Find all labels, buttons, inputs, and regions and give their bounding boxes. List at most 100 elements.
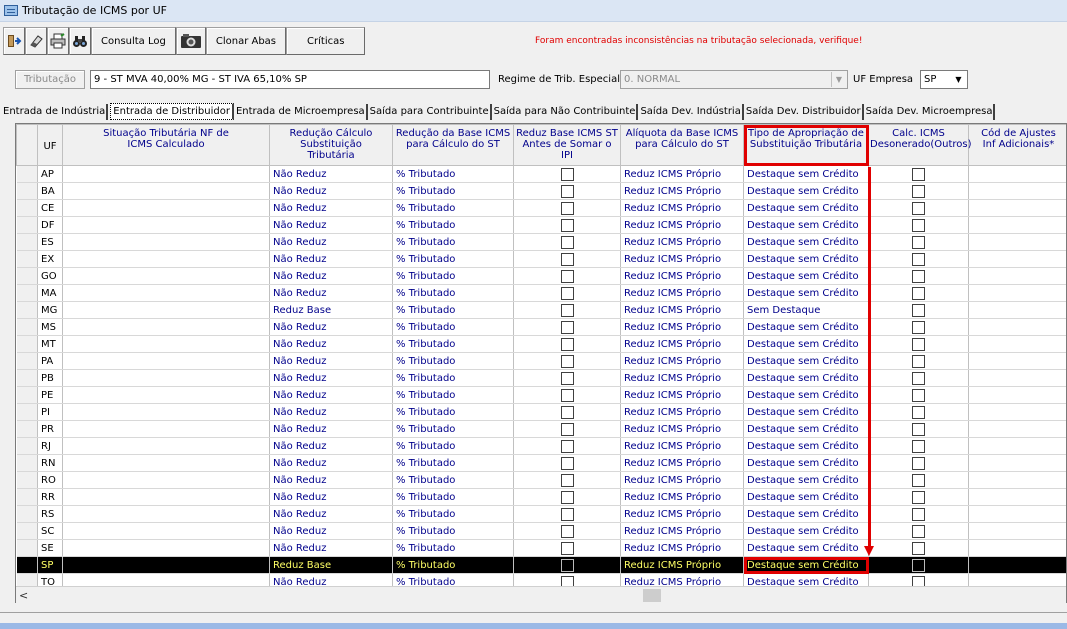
- row-indicator[interactable]: [16, 488, 38, 506]
- checkbox[interactable]: [912, 218, 925, 232]
- cell-situacao[interactable]: [62, 335, 270, 353]
- cell-situacao[interactable]: [62, 488, 270, 506]
- cell-cod-ajustes[interactable]: [968, 369, 1066, 387]
- checkbox[interactable]: [560, 473, 574, 487]
- table-row[interactable]: PB Não Reduz% Tributado Reduz ICMS Próprio…: [16, 369, 1066, 387]
- cell-tipo-apropriacao[interactable]: Destaque sem Crédito: [743, 182, 869, 200]
- cell-uf[interactable]: GO: [37, 267, 63, 285]
- cell-reduz-base-ipi[interactable]: [513, 471, 621, 489]
- cell-reducao-base[interactable]: % Tributado: [392, 199, 514, 217]
- table-row[interactable]: ES Não Reduz% Tributado Reduz ICMS Próprio…: [16, 233, 1066, 251]
- chevron-down-icon[interactable]: ▼: [951, 72, 966, 87]
- cell-tipo-apropriacao[interactable]: Destaque sem Crédito: [743, 216, 869, 234]
- cell-aliquota[interactable]: Reduz ICMS Próprio: [620, 199, 744, 217]
- cell-reducao-calculo[interactable]: Não Reduz: [269, 267, 393, 285]
- cell-reduz-base-ipi[interactable]: [513, 437, 621, 455]
- checkbox[interactable]: [560, 303, 574, 317]
- cell-reduz-base-ipi[interactable]: [513, 403, 621, 421]
- tributacao-field[interactable]: 9 - ST MVA 40,00% MG - ST IVA 65,10% SP: [90, 70, 490, 89]
- cell-cod-ajustes[interactable]: [968, 233, 1066, 251]
- cell-calc-icms[interactable]: [868, 182, 969, 200]
- checkbox[interactable]: [560, 320, 574, 334]
- cell-aliquota[interactable]: Reduz ICMS Próprio: [620, 403, 744, 421]
- row-indicator[interactable]: [16, 267, 38, 285]
- cell-reducao-base[interactable]: % Tributado: [392, 488, 514, 506]
- cell-cod-ajustes[interactable]: [968, 437, 1066, 455]
- cell-calc-icms[interactable]: [868, 556, 969, 574]
- cell-tipo-apropriacao[interactable]: Destaque sem Crédito: [743, 199, 869, 217]
- cell-cod-ajustes[interactable]: [968, 301, 1066, 319]
- cell-calc-icms[interactable]: [868, 505, 969, 523]
- cell-reducao-calculo[interactable]: Não Reduz: [269, 250, 393, 268]
- row-indicator[interactable]: [16, 182, 38, 200]
- checkbox[interactable]: [912, 456, 925, 470]
- cell-reducao-calculo[interactable]: Não Reduz: [269, 165, 393, 183]
- cell-reducao-base[interactable]: % Tributado: [392, 318, 514, 336]
- cell-tipo-apropriacao[interactable]: Destaque sem Crédito: [743, 369, 869, 387]
- cell-situacao[interactable]: [62, 352, 270, 370]
- checkbox[interactable]: [560, 184, 574, 198]
- cell-situacao[interactable]: [62, 267, 270, 285]
- cell-aliquota[interactable]: Reduz ICMS Próprio: [620, 369, 744, 387]
- cell-uf[interactable]: MS: [37, 318, 63, 336]
- cell-situacao[interactable]: [62, 216, 270, 234]
- cell-tipo-apropriacao[interactable]: Destaque sem Crédito: [743, 165, 869, 183]
- row-indicator[interactable]: [16, 556, 38, 574]
- cell-situacao[interactable]: [62, 386, 270, 404]
- cell-aliquota[interactable]: Reduz ICMS Próprio: [620, 284, 744, 302]
- checkbox[interactable]: [912, 320, 925, 334]
- chevron-down-icon[interactable]: ▼: [831, 72, 846, 87]
- cell-reduz-base-ipi[interactable]: [513, 199, 621, 217]
- consulta-log-button[interactable]: Consulta Log: [91, 27, 176, 55]
- checkbox[interactable]: [912, 235, 925, 249]
- regime-select[interactable]: 0. NORMAL ▼: [620, 70, 848, 89]
- cell-reduz-base-ipi[interactable]: [513, 216, 621, 234]
- table-row[interactable]: MT Não Reduz% Tributado Reduz ICMS Próprio…: [16, 335, 1066, 353]
- cell-cod-ajustes[interactable]: [968, 454, 1066, 472]
- cell-situacao[interactable]: [62, 182, 270, 200]
- cell-reducao-base[interactable]: % Tributado: [392, 250, 514, 268]
- cell-aliquota[interactable]: Reduz ICMS Próprio: [620, 454, 744, 472]
- cell-situacao[interactable]: [62, 284, 270, 302]
- cell-aliquota[interactable]: Reduz ICMS Próprio: [620, 352, 744, 370]
- cell-reduz-base-ipi[interactable]: [513, 556, 621, 574]
- cell-reducao-base[interactable]: % Tributado: [392, 454, 514, 472]
- row-indicator[interactable]: [16, 216, 38, 234]
- cell-reduz-base-ipi[interactable]: [513, 318, 621, 336]
- cell-uf[interactable]: RO: [37, 471, 63, 489]
- checkbox[interactable]: [560, 252, 574, 266]
- cell-situacao[interactable]: [62, 318, 270, 336]
- exit-button[interactable]: [3, 27, 25, 55]
- cell-reducao-calculo[interactable]: Não Reduz: [269, 522, 393, 540]
- cell-uf[interactable]: BA: [37, 182, 63, 200]
- camera-button[interactable]: [175, 27, 206, 55]
- checkbox[interactable]: [560, 490, 574, 504]
- checkbox[interactable]: [912, 252, 925, 266]
- checkbox[interactable]: [560, 422, 574, 436]
- cell-reducao-base[interactable]: % Tributado: [392, 165, 514, 183]
- checkbox[interactable]: [560, 218, 574, 232]
- cell-reducao-calculo[interactable]: Não Reduz: [269, 199, 393, 217]
- checkbox[interactable]: [560, 456, 574, 470]
- cell-uf[interactable]: PI: [37, 403, 63, 421]
- cell-tipo-apropriacao[interactable]: Destaque sem Crédito: [743, 267, 869, 285]
- checkbox[interactable]: [912, 490, 925, 504]
- scrollbar-thumb[interactable]: [643, 589, 661, 602]
- cell-tipo-apropriacao[interactable]: Destaque sem Crédito: [743, 420, 869, 438]
- checkbox[interactable]: [912, 473, 925, 487]
- cell-tipo-apropriacao[interactable]: Destaque sem Crédito: [743, 284, 869, 302]
- cell-calc-icms[interactable]: [868, 369, 969, 387]
- cell-reducao-base[interactable]: % Tributado: [392, 403, 514, 421]
- cell-cod-ajustes[interactable]: [968, 199, 1066, 217]
- table-row[interactable]: PI Não Reduz% Tributado Reduz ICMS Próprio…: [16, 403, 1066, 421]
- cell-situacao[interactable]: [62, 471, 270, 489]
- cell-calc-icms[interactable]: [868, 454, 969, 472]
- tab-saida-dev-microempresa[interactable]: Saída Dev. Microempresa: [866, 104, 996, 120]
- col-header-reduz-base-ipi[interactable]: Reduz Base ICMS ST Antes de Somar o IPI: [513, 124, 621, 166]
- cell-aliquota[interactable]: Reduz ICMS Próprio: [620, 556, 744, 574]
- checkbox[interactable]: [912, 507, 925, 521]
- cell-situacao[interactable]: [62, 301, 270, 319]
- eraser-button[interactable]: [25, 27, 47, 55]
- row-indicator[interactable]: [16, 352, 38, 370]
- row-indicator[interactable]: [16, 301, 38, 319]
